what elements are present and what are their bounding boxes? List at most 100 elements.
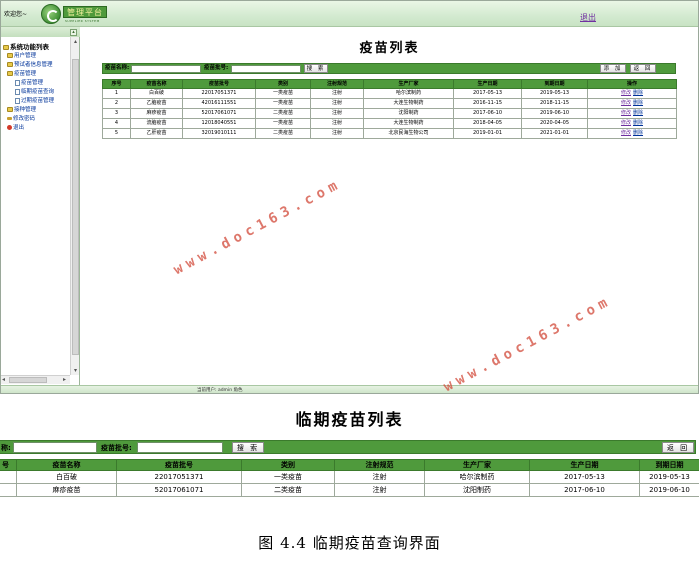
sidebar-item[interactable]: 修改密码 — [3, 115, 69, 124]
table-row: 麻疹疫苗 52017061071 二类疫苗 注射 沈阳制药 2017-06-10 2019-… — [0, 483, 699, 497]
table-cell: 32019010111 — [182, 128, 256, 139]
edit-link[interactable]: 修改 — [621, 90, 631, 96]
row-actions: 修改 删除 — [587, 128, 677, 139]
sidebar-item-label[interactable]: 退出 — [13, 125, 24, 131]
sidebar-item[interactable]: 接种管理 — [3, 106, 69, 115]
expiring-vaccine-screenshot: 临期疫苗列表 称: 疫苗批号: 搜 索 返 回 号疫苗名称 疫苗批号 类别 注射规范生… — [0, 396, 699, 506]
table-cell: 注射 — [310, 98, 364, 109]
watermark-text: www.doc163.com — [171, 175, 345, 279]
column-header: 操作 — [587, 79, 677, 89]
sidebar-item-label[interactable]: 临期疫苗查询 — [21, 89, 54, 95]
sidebar-item-label[interactable]: 疫苗管理 — [14, 71, 36, 77]
back-button[interactable]: 返 回 — [630, 64, 656, 73]
scrollbar-thumb[interactable] — [72, 59, 79, 355]
column-header: 疫苗批号 — [116, 459, 242, 471]
back-button[interactable]: 返 回 — [662, 442, 694, 453]
sidebar-item[interactable]: 过期疫苗管理 — [3, 97, 69, 106]
sidebar-item[interactable]: 退出 — [3, 124, 69, 133]
table-cell: 5 — [102, 128, 131, 139]
sidebar-item-label[interactable]: 修改密码 — [13, 116, 35, 122]
logo-text: 管理平台 — [63, 6, 107, 18]
table-cell: 52017061071 — [182, 108, 256, 119]
vaccine-name-input[interactable] — [13, 442, 97, 453]
table-cell: 2021-01-01 — [521, 128, 588, 139]
add-button[interactable]: 添 加 — [600, 64, 626, 73]
delete-link[interactable]: 删除 — [633, 100, 643, 106]
sidebar-item-label[interactable]: 用户管理 — [14, 53, 36, 59]
table-cell: 3 — [102, 108, 131, 119]
column-header: 注射规范 — [310, 79, 364, 89]
row-actions: 修改 删除 — [587, 118, 677, 129]
sidebar-collapse-icon[interactable]: ▴ — [70, 29, 77, 36]
sidebar-item[interactable]: 用户管理 — [3, 52, 69, 61]
sidebar-horizontal-scrollbar[interactable]: ◂ ▸ — [1, 375, 70, 384]
sidebar-vertical-scrollbar[interactable]: ▴ ▾ — [70, 37, 79, 375]
scrollbar-thumb[interactable] — [9, 377, 47, 383]
column-header: 疫苗批号 — [182, 79, 256, 89]
table-cell: 大连生物制药 — [363, 98, 454, 109]
table-cell: 哈尔滨制药 — [363, 88, 454, 99]
scroll-right-arrow-icon[interactable]: ▸ — [63, 376, 66, 383]
scroll-down-arrow-icon[interactable]: ▾ — [71, 367, 80, 375]
sidebar-item-label[interactable]: 预试者信息管理 — [14, 62, 53, 68]
sidebar-item[interactable]: 疫苗管理 — [3, 79, 69, 88]
status-bar: 当前用户: admin 角色 — [1, 385, 698, 393]
table-cell: 注射 — [310, 88, 364, 99]
sidebar-item-label[interactable]: 疫苗管理 — [21, 80, 43, 86]
table-cell: 2019-06-10 — [521, 108, 588, 119]
table-cell: 流脑疫苗 — [130, 118, 183, 129]
sidebar-header: ▴ — [1, 27, 80, 37]
table-cell: 哈尔滨制药 — [424, 470, 530, 484]
table-cell: 一类疫苗 — [255, 88, 311, 99]
column-header: 疫苗名称 — [130, 79, 183, 89]
table-cell: 2018-11-15 — [521, 98, 588, 109]
table-cell: 2017-05-13 — [529, 470, 640, 484]
vaccine-batch-input[interactable] — [137, 442, 223, 453]
edit-link[interactable]: 修改 — [621, 120, 631, 126]
delete-link[interactable]: 删除 — [633, 90, 643, 96]
column-header: 疫苗名称 — [16, 459, 117, 471]
sidebar-item-label[interactable]: 接种管理 — [14, 107, 36, 113]
search-button[interactable]: 搜 索 — [232, 442, 264, 453]
sidebar-item[interactable]: 预试者信息管理 — [3, 61, 69, 70]
row-actions: 修改 删除 — [587, 98, 677, 109]
delete-link[interactable]: 删除 — [633, 120, 643, 126]
page-title: 临期疫苗列表 — [295, 410, 404, 429]
vaccine-name-input[interactable] — [131, 65, 201, 73]
main-content: 疫苗列表 疫苗名称: 疫苗批号: 搜 索 添 加 返 回 序号 疫苗名称 疫苗批号类… — [81, 27, 698, 385]
delete-link[interactable]: 删除 — [633, 110, 643, 116]
vaccine-batch-input[interactable] — [231, 65, 301, 73]
search-bar: 称: 疫苗批号: 搜 索 返 回 — [0, 440, 696, 454]
table-cell: 12018040551 — [182, 118, 256, 129]
table-cell: 大连生物制药 — [363, 118, 454, 129]
table-cell: 麻疹疫苗 — [130, 108, 183, 119]
tree-root[interactable]: 系统功能列表 — [3, 43, 69, 52]
search-button[interactable]: 搜 索 — [304, 64, 328, 73]
logout-link[interactable]: 退出 — [580, 12, 596, 23]
scroll-left-arrow-icon[interactable]: ◂ — [2, 376, 5, 383]
column-header: 生产日期 — [529, 459, 640, 471]
logo-subtitle: SUPPLIER SYSTEM — [65, 19, 100, 23]
edit-link[interactable]: 修改 — [621, 100, 631, 106]
edit-link[interactable]: 修改 — [621, 110, 631, 116]
table-cell: 2017-06-10 — [529, 483, 640, 497]
page-icon — [15, 97, 20, 104]
vaccine-list-screenshot: 欢迎您~ 管理平台 SUPPLIER SYSTEM 退出 ▴ 系统功能列表 用户… — [0, 0, 699, 394]
sidebar-item-label[interactable]: 过期疫苗管理 — [21, 98, 54, 104]
sidebar-item[interactable]: 临期疫苗查询 — [3, 88, 69, 97]
table-cell: 一类疫苗 — [255, 118, 311, 129]
delete-link[interactable]: 删除 — [633, 130, 643, 136]
scroll-up-arrow-icon[interactable]: ▴ — [71, 38, 80, 46]
vaccine-batch-label: 疫苗批号: — [101, 444, 132, 452]
table-row: 白百破 22017051371 一类疫苗 注射 哈尔滨制药 2017-05-13 2019-… — [0, 470, 699, 484]
table-cell: 22017051371 — [182, 88, 256, 99]
sidebar-item[interactable]: 疫苗管理 — [3, 70, 69, 79]
folder-icon — [7, 53, 13, 58]
table-cell: 沈阳制药 — [363, 108, 454, 119]
edit-link[interactable]: 修改 — [621, 130, 631, 136]
table-cell: 2019-06-10 — [639, 483, 699, 497]
table-cell: 麻疹疫苗 — [16, 483, 117, 497]
table-cell: 注射 — [310, 118, 364, 129]
page-icon — [15, 79, 20, 86]
table-cell: 二类疫苗 — [255, 108, 311, 119]
